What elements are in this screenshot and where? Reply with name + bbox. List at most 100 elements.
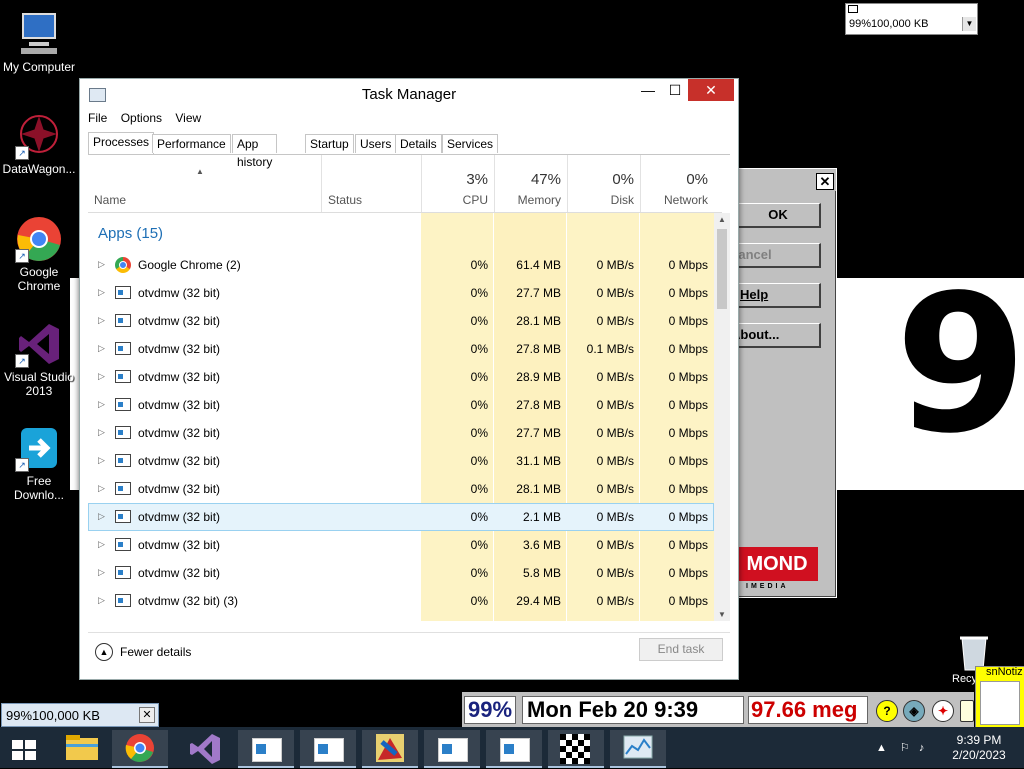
table-row[interactable]: ▷ otvdmw (32 bit) 0% 31.1 MB 0 MB/s 0 Mbps [88,447,714,475]
memory-combo-top[interactable]: 99%100,000 KB ▼ [845,3,978,35]
desktop-icon-free-download[interactable]: ↗ Free Downlo... [0,424,78,502]
table-row[interactable]: ▷ otvdmw (32 bit) 0% 27.8 MB 0.1 MB/s 0 Mbps [88,335,714,363]
table-row[interactable]: ▷ otvdmw (32 bit) 0% 28.1 MB 0 MB/s 0 Mbps [88,475,714,503]
table-row[interactable]: ▷ otvdmw (32 bit) 0% 27.8 MB 0 MB/s 0 Mbps [88,391,714,419]
expand-chevron-icon[interactable]: ▷ [98,539,105,550]
notepad-icon[interactable] [960,700,974,722]
network-icon[interactable]: ⚐ [900,742,910,754]
column-status[interactable]: Status [321,155,422,212]
expand-chevron-icon[interactable]: ▷ [98,483,105,494]
scroll-up-icon[interactable]: ▲ [714,215,730,224]
taskbar-chrome[interactable] [112,730,168,768]
volume-icon[interactable]: ♪ [919,742,925,754]
chevron-down-icon[interactable]: ▼ [962,17,976,31]
expand-chevron-icon[interactable]: ▷ [98,371,105,382]
column-disk[interactable]: 0% Disk [567,155,641,212]
help-icon[interactable]: ? [876,700,898,722]
tab-services[interactable]: Services [442,134,499,153]
disk-icon[interactable]: ◈ [903,700,925,722]
column-memory[interactable]: 47% Memory [494,155,568,212]
memory-combo-bottom[interactable]: 99%100,000 KB ✕ [1,703,159,727]
close-icon[interactable]: ✕ [139,707,155,723]
desktop-icon-my-computer[interactable]: My Computer [0,10,78,74]
expand-chevron-icon[interactable]: ▷ [98,343,105,354]
taskbar-clock[interactable]: 9:39 PM 2/20/2023 [944,733,1014,763]
help-button[interactable]: Help [736,283,821,308]
table-row[interactable]: ▷ otvdmw (32 bit) 0% 28.1 MB 0 MB/s 0 Mbps [88,307,714,335]
notiz-pad[interactable] [980,681,1020,725]
tab-app-history[interactable]: App history [232,134,278,169]
minimize-button[interactable]: — [633,79,663,101]
start-button[interactable] [0,730,50,766]
tray-arrow-icon[interactable]: ▲ [876,742,887,754]
scroll-down-icon[interactable]: ▼ [714,610,730,619]
window-app-icon [115,510,131,523]
end-task-button[interactable]: End task [639,638,723,661]
taskbar-task-manager[interactable] [610,730,666,768]
table-row[interactable]: ▷ otvdmw (32 bit) (3) 0% 29.4 MB 0 MB/s 0 Mbp… [88,587,714,615]
process-memory: 27.7 MB [516,286,561,300]
taskbar-app-1[interactable] [238,730,294,768]
column-cpu[interactable]: 3% CPU [421,155,495,212]
ok-button[interactable]: OK [736,203,821,228]
taskbar-app-2[interactable] [300,730,356,768]
desktop-icon-google-chrome[interactable]: ↗ Google Chrome [0,215,78,293]
tab-startup[interactable]: Startup [305,134,354,153]
expand-chevron-icon[interactable]: ▷ [98,427,105,438]
table-row[interactable]: ▷ otvdmw (32 bit) 0% 28.9 MB 0 MB/s 0 Mbps [88,363,714,391]
process-disk: 0 MB/s [596,538,634,552]
process-name: otvdmw (32 bit) [138,286,221,300]
vertical-scrollbar[interactable]: ▲ ▼ [714,213,730,621]
column-network[interactable]: 0% Network [640,155,715,212]
close-button[interactable]: ✕ [688,79,734,101]
download-manager-icon: ↗ [15,424,63,472]
about-button[interactable]: About... [731,323,821,348]
taskbar-file-explorer[interactable] [54,730,110,766]
table-row[interactable]: ▷ otvdmw (32 bit) 0% 2.1 MB 0 MB/s 0 Mbps [88,503,714,531]
menu-file[interactable]: File [88,111,107,125]
taskbar-paint[interactable] [362,730,418,768]
dialog-close-button[interactable]: ✕ [816,173,834,190]
desktop-icon-visual-studio[interactable]: ↗ Visual Studio 2013 [0,320,78,398]
expand-chevron-icon[interactable]: ▷ [98,567,105,578]
chevron-up-icon[interactable]: ▲ [95,643,113,661]
process-name: otvdmw (32 bit) [138,398,221,412]
taskbar-checkered-app[interactable] [548,730,604,768]
tab-processes[interactable]: Processes [88,132,155,155]
process-disk: 0.1 MB/s [586,342,634,356]
taskbar-visual-studio[interactable] [176,730,232,766]
table-row[interactable]: ▷ otvdmw (32 bit) 0% 3.6 MB 0 MB/s 0 Mbps [88,531,714,559]
process-disk: 0 MB/s [596,258,634,272]
table-row[interactable]: ▷ Google Chrome (2) 0% 61.4 MB 0 MB/s 0 Mbps [88,251,714,279]
menu-view[interactable]: View [175,111,201,125]
runner-icon[interactable]: ✦ [932,700,954,722]
taskbar-app-3[interactable] [424,730,480,768]
desktop-icon-label: DataWagon... [2,162,76,176]
table-row[interactable]: ▷ otvdmw (32 bit) 0% 27.7 MB 0 MB/s 0 Mbps [88,419,714,447]
tab-details[interactable]: Details [395,134,442,153]
fewer-details-link[interactable]: Fewer details [120,645,191,659]
expand-chevron-icon[interactable]: ▷ [98,399,105,410]
expand-chevron-icon[interactable]: ▷ [98,595,105,606]
taskbar-app-4[interactable] [486,730,542,768]
scroll-thumb[interactable] [717,229,727,309]
notiz-widget[interactable]: snNotiz [975,666,1024,728]
expand-chevron-icon[interactable]: ▷ [98,259,105,270]
expand-chevron-icon[interactable]: ▷ [98,287,105,298]
sort-arrow-icon[interactable]: ▲ [196,167,204,176]
task-manager-titlebar[interactable]: Task Manager — ☐ ✕ [80,79,738,109]
process-network: 0 Mbps [668,342,708,356]
table-row[interactable]: ▷ otvdmw (32 bit) 0% 27.7 MB 0 MB/s 0 Mbps [88,279,714,307]
table-row[interactable]: ▷ otvdmw (32 bit) 0% 5.8 MB 0 MB/s 0 Mbps [88,559,714,587]
shortcut-arrow-icon: ↗ [15,458,29,472]
column-name[interactable]: Name [94,193,126,207]
expand-chevron-icon[interactable]: ▷ [98,511,105,522]
desktop-icon-datawagon[interactable]: ↗ DataWagon... [0,112,78,176]
menu-options[interactable]: Options [121,111,162,125]
cancel-button[interactable]: Cancel [729,243,821,268]
tab-users[interactable]: Users [355,134,397,153]
maximize-button[interactable]: ☐ [660,79,690,101]
tab-performance[interactable]: Performance [152,134,231,153]
expand-chevron-icon[interactable]: ▷ [98,315,105,326]
expand-chevron-icon[interactable]: ▷ [98,455,105,466]
